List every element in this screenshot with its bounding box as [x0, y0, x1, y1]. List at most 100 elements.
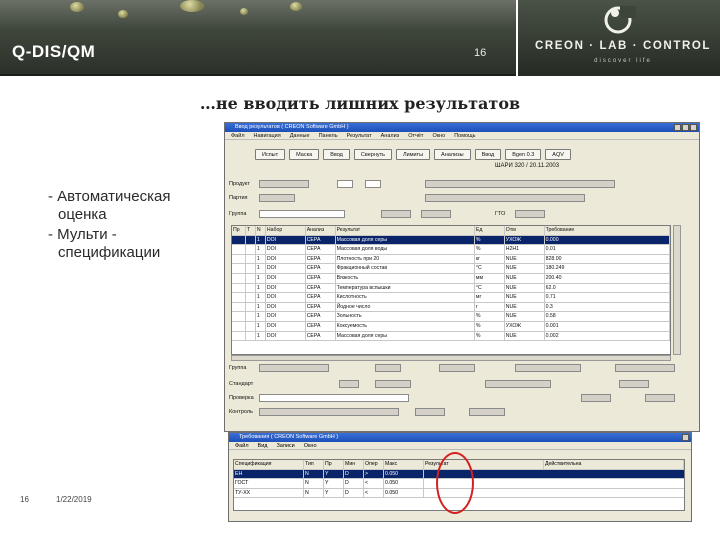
table-row[interactable]: 1 DOI СЕРА Коксуемость% УХОЖ 0.001 [232, 321, 670, 332]
table-cell[interactable]: N [304, 488, 324, 498]
table-cell[interactable]: ТУ-ХХ [234, 488, 304, 498]
menu-item[interactable]: Навигация [254, 133, 281, 139]
bottom-field[interactable] [515, 364, 581, 372]
table-cell[interactable]: 1 [256, 235, 266, 245]
menu-item[interactable]: Панель [319, 133, 338, 139]
table-cell[interactable]: 1 [256, 264, 266, 273]
product-name-field[interactable] [425, 180, 615, 188]
table-cell[interactable] [246, 273, 256, 283]
table-cell[interactable]: DOI [266, 283, 306, 293]
table-cell[interactable] [232, 235, 246, 245]
table-cell[interactable]: NUE [505, 293, 545, 302]
table-cell[interactable]: °C [475, 283, 505, 293]
table-row[interactable]: 1 DOI СЕРА Кислотность мг NUE 0.71 [232, 293, 670, 303]
table-cell[interactable]: DOI [266, 293, 306, 302]
table-cell[interactable]: Кислотность [336, 293, 475, 302]
table-cell[interactable]: Массовая доля серы [336, 235, 475, 245]
table-cell[interactable]: Коксуемость [336, 321, 475, 331]
table-cell[interactable]: % [475, 321, 505, 331]
table-cell[interactable]: N [304, 469, 324, 479]
table-cell[interactable]: СЕРА [306, 264, 336, 273]
supplier-field[interactable] [425, 194, 585, 202]
table-cell[interactable]: Температура вспышки [336, 283, 475, 293]
table-cell[interactable]: Y [324, 469, 344, 479]
table-cell[interactable]: Массовая доля воды [336, 245, 475, 254]
toolbar-button[interactable]: Лимиты [396, 149, 431, 160]
table-cell[interactable]: Зольность [336, 312, 475, 321]
menu-item[interactable]: Помощь [454, 133, 475, 139]
toolbar-button[interactable]: Ввод [474, 149, 502, 160]
table-cell[interactable]: D [344, 469, 364, 479]
table-cell[interactable]: 1 [256, 283, 266, 293]
table-cell[interactable] [246, 235, 256, 245]
master-field[interactable] [421, 210, 451, 218]
table-cell[interactable]: DOI [266, 254, 306, 264]
close-button[interactable] [690, 124, 697, 131]
table-cell[interactable]: D [344, 488, 364, 498]
table-cell[interactable] [246, 245, 256, 254]
table-cell[interactable]: DOI [266, 264, 306, 273]
column-header[interactable]: Набор [266, 226, 306, 235]
table-cell[interactable]: Н2Н1 [505, 245, 545, 254]
column-header[interactable]: Пр [324, 460, 344, 469]
toolbar-button[interactable]: Свернуть [353, 149, 393, 160]
table-cell[interactable] [232, 293, 246, 302]
gto-field[interactable] [515, 210, 545, 218]
table-cell[interactable]: Плотность при 20 [336, 254, 475, 264]
menu-item[interactable]: Вид [258, 443, 268, 449]
table-cell[interactable]: 1 [256, 273, 266, 283]
toolbar-button[interactable]: Испыт [255, 149, 286, 160]
table-cell[interactable]: СЕРА [306, 235, 336, 245]
table-cell[interactable]: DOI [266, 321, 306, 331]
table-cell[interactable]: DOI [266, 331, 306, 341]
table-row[interactable]: 1 DOI СЕРА Вязкость мм NUE 200.40 [232, 273, 670, 284]
table-cell[interactable]: % [475, 245, 505, 254]
column-header[interactable]: Опер [364, 460, 384, 469]
bottom-field[interactable] [615, 364, 675, 372]
table-cell[interactable]: Фракционный состав [336, 264, 475, 273]
table-cell[interactable]: DOI [266, 312, 306, 321]
table-cell[interactable]: Вязкость [336, 273, 475, 283]
table-cell[interactable] [232, 264, 246, 273]
horizontal-scrollbar[interactable] [231, 355, 671, 361]
table-cell[interactable]: % [475, 312, 505, 321]
batch-field[interactable] [259, 194, 295, 202]
table-cell[interactable]: Y [324, 479, 344, 488]
table-cell[interactable] [232, 273, 246, 283]
type-field[interactable] [365, 180, 381, 188]
column-header[interactable]: Пр [232, 226, 246, 235]
table-cell[interactable]: DOI [266, 245, 306, 254]
table-row[interactable]: 1 DOI СЕРА Йодное число г NUE 0.3 [232, 302, 670, 313]
bottom-field[interactable] [415, 408, 445, 416]
table-cell[interactable]: NUE [505, 273, 545, 283]
column-header[interactable]: Требование [545, 226, 670, 235]
table-cell[interactable]: г [475, 302, 505, 312]
table-cell[interactable]: 1 [256, 302, 266, 312]
table-cell[interactable]: DOI [266, 273, 306, 283]
table-cell[interactable]: DOI [266, 302, 306, 312]
table-cell[interactable]: Y [324, 488, 344, 498]
table-cell[interactable]: NUE [505, 331, 545, 341]
table-cell[interactable]: СЕРА [306, 302, 336, 312]
table-cell[interactable]: DOI [266, 235, 306, 245]
menu-item[interactable]: Анализ [381, 133, 400, 139]
table-row[interactable]: 1 DOI СЕРА Зольность% NUE 0.58 [232, 312, 670, 322]
menu-item[interactable]: Данные [290, 133, 310, 139]
minimize-button[interactable] [674, 124, 681, 131]
table-cell[interactable]: 1 [256, 331, 266, 341]
menu-item[interactable]: Записи [276, 443, 294, 449]
menu-item[interactable]: Отчёт [408, 133, 423, 139]
table-cell[interactable]: N [304, 479, 324, 488]
table-row[interactable]: 1 DOI СЕРА Массовая доля серы% NUE 0.002 [232, 331, 670, 342]
table-cell[interactable]: СЕРА [306, 254, 336, 264]
table-cell[interactable]: 180.249 [545, 264, 670, 273]
table-cell[interactable]: 1 [256, 254, 266, 264]
table-cell[interactable]: 1 [256, 245, 266, 254]
toolbar-button[interactable]: AQV [545, 149, 571, 160]
column-header[interactable]: Действительна [544, 460, 684, 469]
table-cell[interactable]: 0.000 [545, 235, 670, 245]
bottom-field[interactable] [375, 364, 401, 372]
menu-item[interactable]: Окно [432, 133, 445, 139]
column-header[interactable]: N [256, 226, 266, 235]
menu-item[interactable]: Файл [231, 133, 245, 139]
